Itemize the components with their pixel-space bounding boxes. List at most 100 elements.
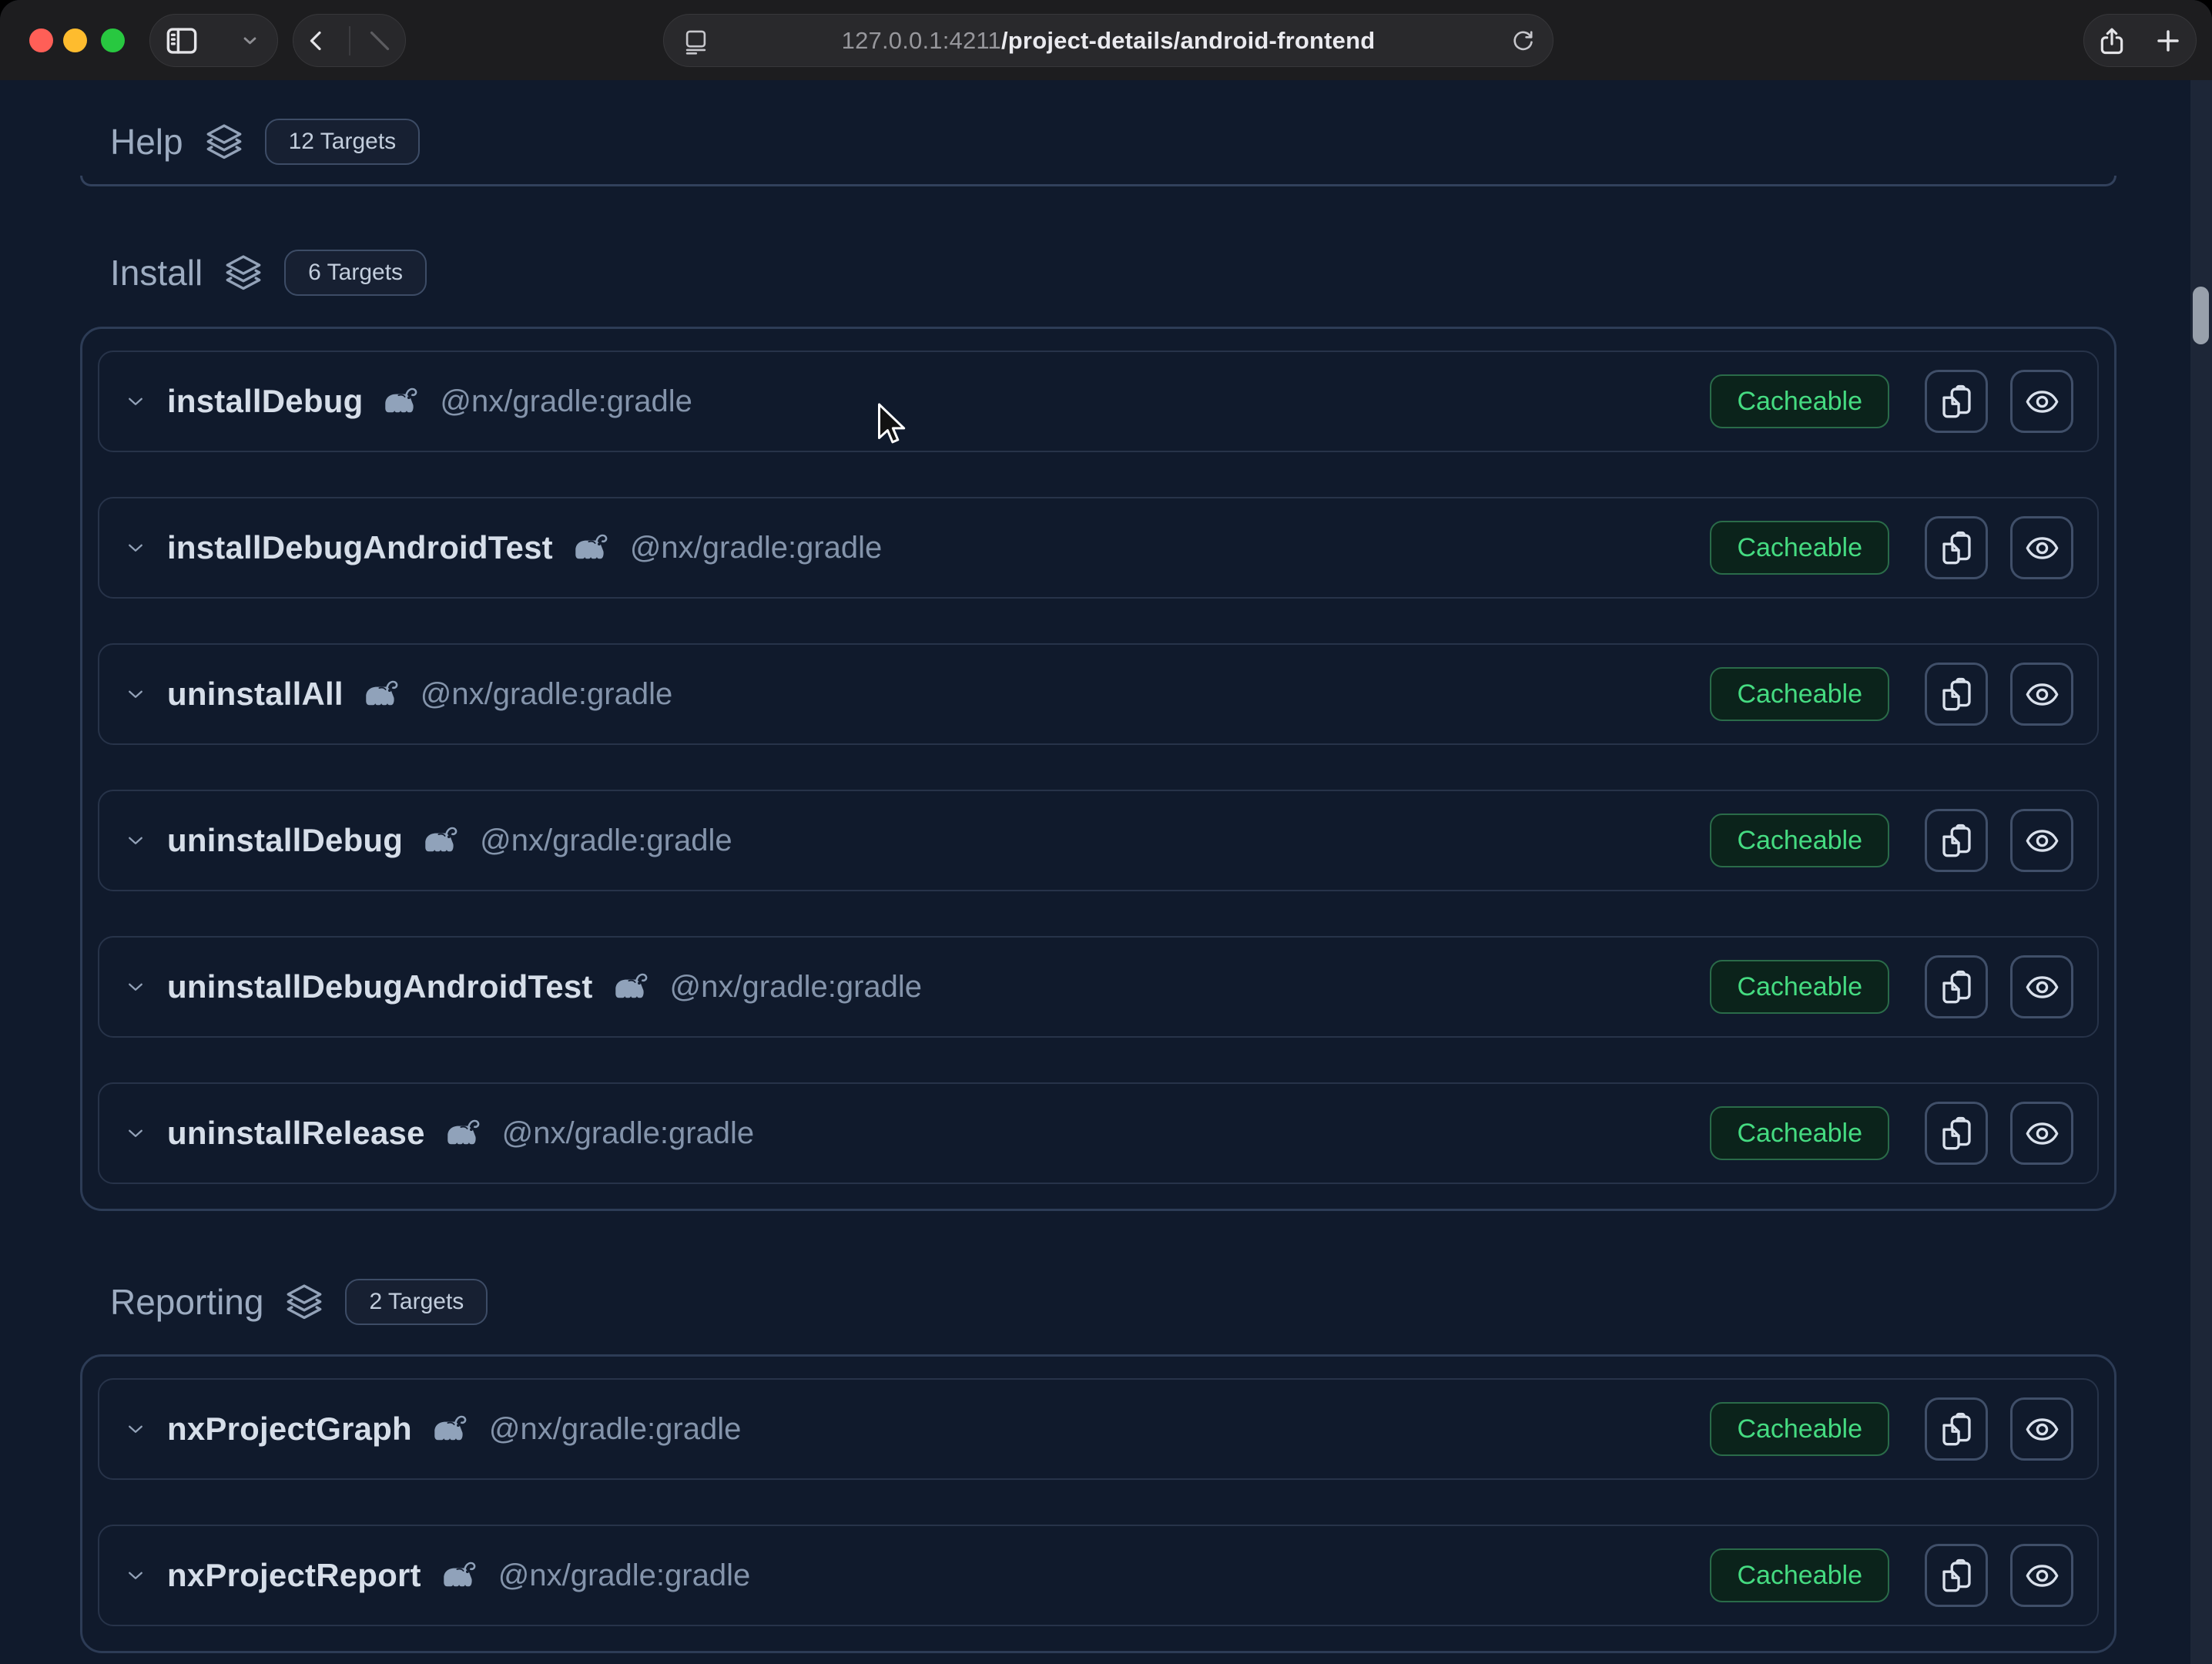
- gradle-elephant-icon: [445, 1118, 484, 1149]
- layers-icon: [203, 121, 245, 163]
- targets-count-badge: 6 Targets: [284, 250, 427, 296]
- layers-icon: [283, 1281, 325, 1323]
- target-executor: @nx/gradle:gradle: [502, 1116, 754, 1151]
- copy-button[interactable]: [1925, 1397, 1988, 1461]
- target-row-nxProjectGraph[interactable]: nxProjectGraph @nx/gradle:gradle Cacheab…: [98, 1378, 2099, 1480]
- chevron-down-icon[interactable]: [122, 827, 149, 854]
- target-name: installDebug: [167, 383, 363, 420]
- url-path: /project-details/android-frontend: [1001, 27, 1375, 54]
- section-title: Install: [110, 252, 203, 294]
- target-executor: @nx/gradle:gradle: [421, 677, 672, 712]
- browser-toolbar: 127.0.0.1:4211/project-details/android-f…: [0, 0, 2212, 80]
- chevron-down-icon[interactable]: [122, 1120, 149, 1146]
- target-row-uninstallDebugAndroidTest[interactable]: uninstallDebugAndroidTest @nx/gradle:gra…: [98, 936, 2099, 1038]
- targets-count-badge: 12 Targets: [265, 119, 421, 165]
- copy-button[interactable]: [1925, 1102, 1988, 1165]
- window-minimize-button[interactable]: [63, 29, 87, 52]
- url-host: 127.0.0.1:4211: [842, 27, 1001, 54]
- help-section-container-bottom: [80, 176, 2116, 186]
- forward-button[interactable]: [370, 28, 396, 54]
- target-row-uninstallAll[interactable]: uninstallAll @nx/gradle:gradle Cacheable: [98, 643, 2099, 745]
- eye-button[interactable]: [2010, 955, 2073, 1018]
- sidebar-toggle-icon[interactable]: [164, 23, 199, 59]
- targets-count-badge: 2 Targets: [345, 1279, 488, 1325]
- section-title: Reporting: [110, 1281, 263, 1323]
- cacheable-badge: Cacheable: [1710, 374, 1889, 428]
- target-row-uninstallDebug[interactable]: uninstallDebug @nx/gradle:gradle Cacheab…: [98, 790, 2099, 891]
- target-executor: @nx/gradle:gradle: [489, 1412, 741, 1447]
- section-header-reporting: Reporting 2 Targets: [110, 1274, 2116, 1330]
- copy-button[interactable]: [1925, 955, 1988, 1018]
- chevron-down-icon[interactable]: [122, 535, 149, 561]
- install-targets-container: installDebug @nx/gradle:gradle Cacheable…: [80, 327, 2116, 1211]
- target-name: nxProjectGraph: [167, 1411, 412, 1448]
- address-bar[interactable]: 127.0.0.1:4211/project-details/android-f…: [663, 14, 1553, 67]
- gradle-elephant-icon: [573, 532, 612, 563]
- copy-button[interactable]: [1925, 370, 1988, 433]
- copy-button[interactable]: [1925, 1544, 1988, 1607]
- eye-button[interactable]: [2010, 1544, 2073, 1607]
- target-name: uninstallDebugAndroidTest: [167, 968, 593, 1005]
- gradle-elephant-icon: [613, 971, 652, 1002]
- cacheable-badge: Cacheable: [1710, 960, 1889, 1014]
- cacheable-badge: Cacheable: [1710, 1402, 1889, 1456]
- target-executor: @nx/gradle:gradle: [440, 384, 692, 419]
- new-tab-icon[interactable]: [2153, 25, 2184, 56]
- eye-button[interactable]: [2010, 516, 2073, 579]
- scrollbar-thumb[interactable]: [2193, 287, 2209, 344]
- divider: [349, 26, 350, 55]
- reload-icon[interactable]: [1510, 29, 1536, 54]
- toolbar-actions-group: [2083, 14, 2197, 67]
- tab-overview-chevron-icon[interactable]: [238, 29, 262, 52]
- target-executor: @nx/gradle:gradle: [480, 824, 732, 858]
- url-text: 127.0.0.1:4211/project-details/android-f…: [842, 27, 1376, 55]
- eye-button[interactable]: [2010, 1397, 2073, 1461]
- eye-button[interactable]: [2010, 1102, 2073, 1165]
- page-settings-icon[interactable]: [682, 28, 709, 55]
- layers-icon: [223, 252, 264, 294]
- section-title: Help: [110, 121, 183, 163]
- chevron-down-icon[interactable]: [122, 1416, 149, 1442]
- copy-button[interactable]: [1925, 516, 1988, 579]
- target-row-nxProjectReport[interactable]: nxProjectReport @nx/gradle:gradle Cachea…: [98, 1525, 2099, 1626]
- copy-button[interactable]: [1925, 663, 1988, 726]
- cacheable-badge: Cacheable: [1710, 521, 1889, 575]
- chevron-down-icon[interactable]: [122, 681, 149, 707]
- section-header-help: Help 12 Targets: [110, 114, 2116, 169]
- gradle-elephant-icon: [423, 825, 461, 856]
- project-details-page: Help 12 Targets Install 6 Targets instal…: [0, 80, 2212, 1664]
- cacheable-badge: Cacheable: [1710, 814, 1889, 867]
- target-row-installDebugAndroidTest[interactable]: installDebugAndroidTest @nx/gradle:gradl…: [98, 497, 2099, 599]
- chevron-down-icon[interactable]: [122, 1562, 149, 1589]
- window-close-button[interactable]: [29, 29, 53, 52]
- target-name: installDebugAndroidTest: [167, 529, 553, 566]
- eye-button[interactable]: [2010, 663, 2073, 726]
- target-executor: @nx/gradle:gradle: [670, 970, 922, 1005]
- cacheable-badge: Cacheable: [1710, 1106, 1889, 1160]
- section-header-install: Install 6 Targets: [110, 245, 2116, 300]
- gradle-elephant-icon: [441, 1560, 480, 1591]
- target-name: uninstallAll: [167, 676, 344, 713]
- eye-button[interactable]: [2010, 370, 2073, 433]
- eye-button[interactable]: [2010, 809, 2073, 872]
- copy-button[interactable]: [1925, 809, 1988, 872]
- share-icon[interactable]: [2096, 25, 2127, 56]
- target-row-installDebug[interactable]: installDebug @nx/gradle:gradle Cacheable: [98, 351, 2099, 452]
- target-row-uninstallRelease[interactable]: uninstallRelease @nx/gradle:gradle Cache…: [98, 1082, 2099, 1184]
- cacheable-badge: Cacheable: [1710, 667, 1889, 721]
- window-fullscreen-button[interactable]: [101, 29, 125, 52]
- sidebar-toggle-group: [149, 14, 278, 67]
- target-name: uninstallDebug: [167, 822, 403, 859]
- reporting-targets-container: nxProjectGraph @nx/gradle:gradle Cacheab…: [80, 1354, 2116, 1653]
- cacheable-badge: Cacheable: [1710, 1548, 1889, 1602]
- target-name: nxProjectReport: [167, 1557, 421, 1594]
- chevron-down-icon[interactable]: [122, 388, 149, 414]
- target-executor: @nx/gradle:gradle: [498, 1558, 750, 1593]
- navigation-group: [293, 14, 406, 67]
- back-button[interactable]: [303, 28, 330, 54]
- chevron-down-icon[interactable]: [122, 974, 149, 1000]
- gradle-elephant-icon: [364, 679, 402, 710]
- gradle-elephant-icon: [383, 386, 421, 417]
- target-executor: @nx/gradle:gradle: [630, 531, 882, 565]
- target-name: uninstallRelease: [167, 1115, 425, 1152]
